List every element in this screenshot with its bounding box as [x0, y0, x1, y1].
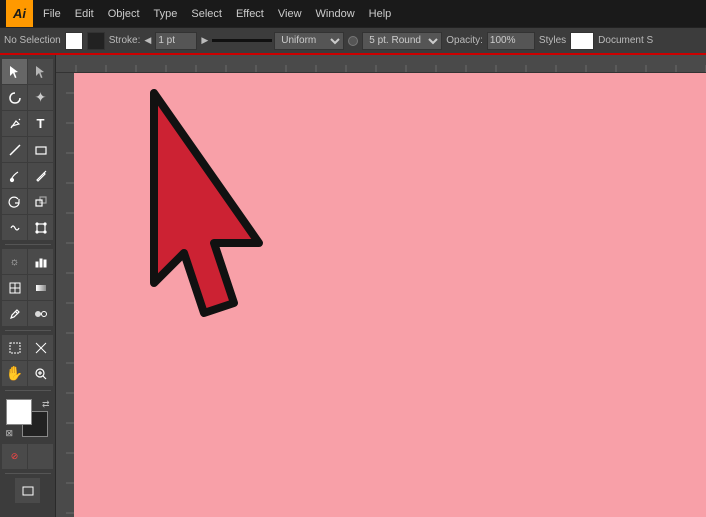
tool-row-hand: ✋: [2, 361, 53, 386]
select-tool[interactable]: [2, 59, 27, 84]
shape-tool[interactable]: [28, 137, 53, 162]
cursor-arrow: [124, 83, 354, 403]
tool-row-shape: [2, 137, 53, 162]
line-tool[interactable]: [2, 137, 27, 162]
rotate-tool[interactable]: [2, 189, 27, 214]
tool-row-extra: ⊘: [2, 444, 53, 469]
fill-none[interactable]: ⊘: [2, 444, 27, 469]
tool-separator-4: [5, 473, 51, 474]
stroke-preview: [212, 39, 272, 42]
brush-dot: [348, 36, 358, 46]
stroke-value-input[interactable]: [155, 32, 197, 50]
no-selection-label: No Selection: [4, 35, 61, 46]
menu-bar: File Edit Object Type Select Effect View…: [33, 0, 397, 27]
eyedropper-tool[interactable]: [2, 301, 27, 326]
menu-type[interactable]: Type: [148, 6, 184, 22]
tool-row-select: [2, 59, 53, 84]
opacity-label: Opacity:: [446, 35, 483, 46]
document-canvas: [74, 73, 706, 517]
stroke-color-swatch[interactable]: [87, 32, 105, 50]
app-logo: Ai: [6, 0, 33, 27]
menu-view[interactable]: View: [272, 6, 308, 22]
menu-help[interactable]: Help: [363, 6, 398, 22]
style-preview[interactable]: [570, 32, 594, 50]
ruler-top: [56, 55, 706, 73]
lasso-tool[interactable]: [2, 85, 27, 110]
opacity-input[interactable]: [487, 32, 535, 50]
mesh-tool[interactable]: [2, 275, 27, 300]
screen-mode-tool[interactable]: [15, 478, 40, 503]
tool-separator-1: [5, 244, 51, 245]
zoom-tool[interactable]: [28, 361, 53, 386]
brush-select[interactable]: 5 pt. Round: [362, 32, 442, 50]
symbol-spray-tool[interactable]: ☼: [2, 249, 27, 274]
direct-select-tool[interactable]: [28, 59, 53, 84]
type-tool[interactable]: T: [28, 111, 53, 136]
color-swatches: ⇄ ⊠: [6, 399, 50, 439]
swap-colors-icon[interactable]: ⇄: [42, 399, 50, 410]
document-label: Document S: [598, 35, 653, 46]
artboard-tool[interactable]: [2, 335, 27, 360]
stroke-label: Stroke:: [109, 35, 141, 46]
free-transform-tool[interactable]: [28, 215, 53, 240]
paintbrush-tool[interactable]: [2, 163, 27, 188]
stroke-type-select[interactable]: Uniform: [274, 32, 344, 50]
tool-row-warp: [2, 215, 53, 240]
ruler-left: [56, 73, 74, 517]
tool-row-transform: [2, 189, 53, 214]
pencil-tool[interactable]: [28, 163, 53, 188]
stroke-right-arrow: ▶: [201, 35, 208, 46]
tool-row-pen: T: [2, 111, 53, 136]
warp-tool[interactable]: [2, 215, 27, 240]
tool-row-brush: [2, 163, 53, 188]
tool-row-lasso: ✦: [2, 85, 53, 110]
menu-effect[interactable]: Effect: [230, 6, 270, 22]
styles-label: Styles: [539, 35, 566, 46]
foreground-color-swatch[interactable]: [6, 399, 32, 425]
menu-object[interactable]: Object: [102, 6, 146, 22]
scale-tool[interactable]: [28, 189, 53, 214]
menu-edit[interactable]: Edit: [69, 6, 100, 22]
left-toolbar: ✦ T: [0, 55, 56, 517]
slice-tool[interactable]: [28, 335, 53, 360]
stroke-none[interactable]: [28, 444, 53, 469]
tool-row-bottom: [15, 478, 40, 503]
menu-file[interactable]: File: [37, 6, 67, 22]
graph-tool[interactable]: [28, 249, 53, 274]
magic-wand-tool[interactable]: ✦: [28, 85, 53, 110]
tool-row-mesh: [2, 275, 53, 300]
tool-separator-3: [5, 390, 51, 391]
blend-tool[interactable]: [28, 301, 53, 326]
pen-tool[interactable]: [2, 111, 27, 136]
gradient-tool[interactable]: [28, 275, 53, 300]
tool-row-eyedropper: [2, 301, 53, 326]
main-area: ✦ T: [0, 55, 706, 517]
reset-colors-icon[interactable]: ⊠: [6, 428, 14, 439]
tool-separator-2: [5, 330, 51, 331]
canvas-area: [56, 55, 706, 517]
menu-select[interactable]: Select: [185, 6, 228, 22]
title-bar: Ai File Edit Object Type Select Effect V…: [0, 0, 706, 27]
options-bar: No Selection Stroke: ◀ ▶ Uniform 5 pt. R…: [0, 27, 706, 55]
tool-row-symbol: ☼: [2, 249, 53, 274]
fill-color-swatch[interactable]: [65, 32, 83, 50]
tool-row-artboard: [2, 335, 53, 360]
menu-window[interactable]: Window: [310, 6, 361, 22]
stroke-left-arrow: ◀: [144, 35, 151, 46]
hand-tool[interactable]: ✋: [2, 361, 27, 386]
